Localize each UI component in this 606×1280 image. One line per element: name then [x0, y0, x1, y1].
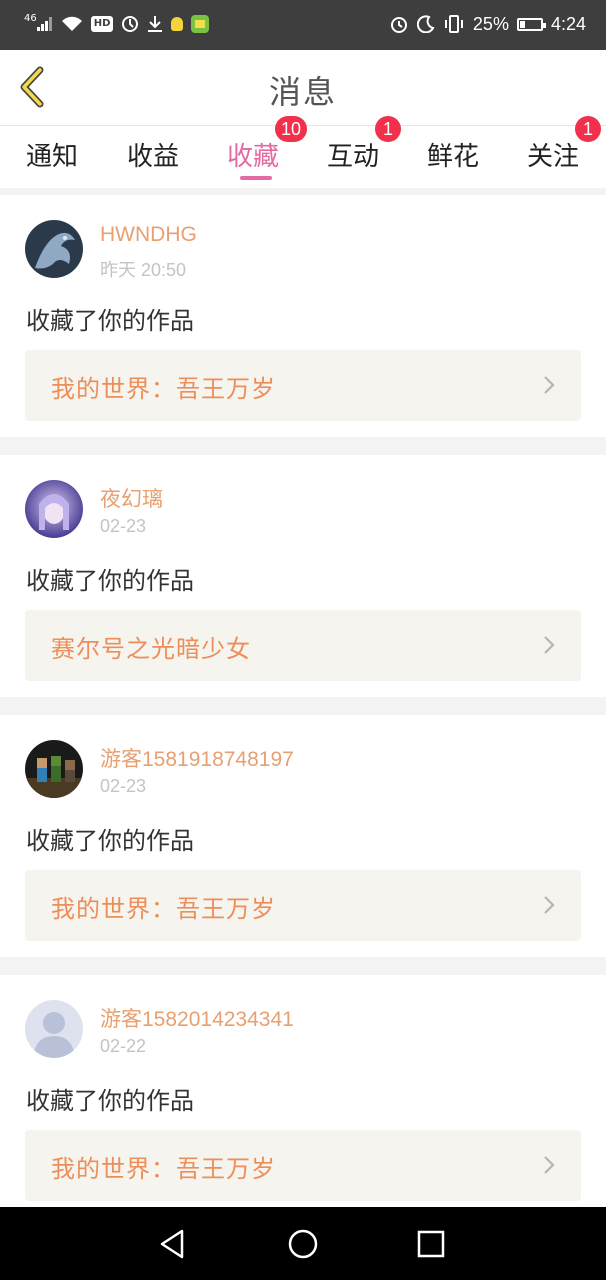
chevron-right-icon — [544, 896, 555, 914]
username[interactable]: 游客1581918748197 — [100, 743, 294, 773]
action-text: 收藏了你的作品 — [26, 307, 194, 335]
tab-label: 通知 — [25, 142, 78, 172]
tab-interactions[interactable]: 互动 1 — [303, 116, 403, 188]
message-card: HWNDHG 昨天 20:50 收藏了你的作品 我的世界：吾王万岁 — [0, 195, 606, 437]
unread-badge: 1 — [575, 116, 601, 142]
default-avatar[interactable] — [25, 1000, 83, 1058]
work-link[interactable]: 我的世界：吾王万岁 — [25, 350, 581, 421]
chevron-right-icon — [544, 1156, 555, 1174]
username[interactable]: 游客1582014234341 — [100, 1003, 294, 1033]
tab-earnings[interactable]: 收益 — [103, 126, 203, 188]
battery-percent: 25% — [472, 13, 509, 34]
header: 消息 — [0, 50, 606, 126]
timestamp: 02-23 — [100, 776, 147, 796]
action-text: 收藏了你的作品 — [26, 567, 194, 595]
clock: 4:24 — [550, 13, 586, 34]
chevron-right-icon — [544, 636, 555, 654]
tab-label: 鲜花 — [426, 142, 479, 172]
system-nav-bar — [0, 1207, 606, 1280]
tab-notifications[interactable]: 通知 — [2, 126, 102, 188]
timestamp: 02-22 — [100, 1036, 147, 1056]
page-title: 消息 — [268, 73, 337, 111]
tab-flowers[interactable]: 鲜花 — [403, 126, 503, 188]
work-title: 赛尔号之光暗少女 — [51, 635, 251, 663]
minecraft-avatar[interactable] — [25, 740, 83, 798]
recents-square-icon[interactable] — [412, 1225, 450, 1263]
tab-follows[interactable]: 关注 1 — [503, 116, 603, 188]
chevron-right-icon — [544, 376, 555, 394]
signal-icon: 46 — [24, 12, 53, 36]
work-link[interactable]: 我的世界：吾王万岁 — [25, 1130, 581, 1201]
work-link[interactable]: 赛尔号之光暗少女 — [25, 610, 581, 681]
action-text: 收藏了你的作品 — [26, 1087, 194, 1115]
timestamp: 02-23 — [100, 516, 147, 536]
unread-badge: 1 — [375, 116, 401, 142]
username[interactable]: 夜幻璃 — [100, 483, 163, 513]
work-title: 我的世界：吾王万岁 — [51, 1155, 276, 1183]
message-card: 夜幻璃 02-23 收藏了你的作品 赛尔号之光暗少女 — [0, 455, 606, 697]
hd-icon: HD — [90, 12, 114, 36]
tab-label: 收益 — [126, 142, 179, 172]
bulb-icon — [171, 12, 184, 36]
home-circle-icon[interactable] — [284, 1225, 322, 1263]
message-card: 游客1582014234341 02-22 收藏了你的作品 我的世界：吾王万岁 — [0, 975, 606, 1217]
vibrate-icon — [443, 12, 465, 36]
tab-favorites[interactable]: 收藏 10 — [203, 116, 308, 188]
download-icon — [147, 12, 163, 36]
data-saver-icon — [121, 12, 139, 36]
tab-bar: 通知 收益 收藏 10 互动 1 鲜花 关注 1 — [0, 116, 606, 188]
anime-girl-avatar[interactable] — [25, 480, 83, 538]
back-triangle-icon[interactable] — [154, 1225, 192, 1263]
active-tab-indicator — [240, 176, 272, 180]
message-card: 游客1581918748197 02-23 收藏了你的作品 我的世界：吾王万岁 — [0, 715, 606, 957]
work-title: 我的世界：吾王万岁 — [51, 375, 276, 403]
username[interactable]: HWNDHG — [100, 223, 197, 247]
status-bar: 46 HD 25% 4:24 — [0, 0, 606, 50]
battery-icon — [516, 12, 546, 36]
alarm-icon — [389, 12, 409, 36]
dragon-avatar[interactable] — [25, 220, 83, 278]
action-text: 收藏了你的作品 — [26, 827, 194, 855]
app-icon — [191, 12, 210, 36]
work-title: 我的世界：吾王万岁 — [51, 895, 276, 923]
wifi-icon — [61, 12, 83, 36]
moon-icon — [416, 12, 435, 36]
work-link[interactable]: 我的世界：吾王万岁 — [25, 870, 581, 941]
timestamp: 昨天 20:50 — [100, 260, 187, 280]
